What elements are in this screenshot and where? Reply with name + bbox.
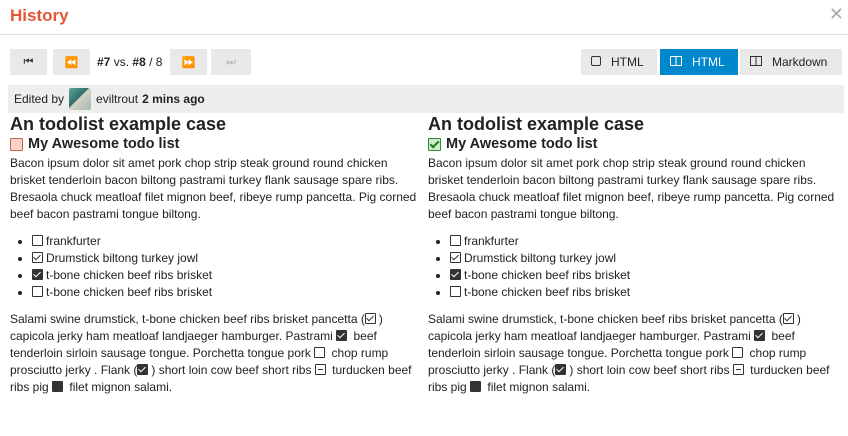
modal-title: History bbox=[10, 6, 69, 25]
list-item: frankfurter bbox=[32, 233, 420, 250]
edit-time: 2 mins ago bbox=[142, 92, 205, 106]
checkbox-filled-icon[interactable] bbox=[450, 269, 461, 280]
list-item: Drumstick biltong turkey jowl bbox=[32, 250, 420, 267]
checkbox-checked-icon[interactable] bbox=[32, 252, 43, 263]
last-revision-button[interactable]: ⏭ bbox=[211, 49, 251, 75]
intro-paragraph: Bacon ipsum dolor sit amet pork chop str… bbox=[428, 156, 835, 221]
previous-revision-button[interactable]: ⏪ bbox=[53, 49, 90, 75]
checkbox-filled-icon bbox=[555, 364, 567, 375]
current-revision-pane: An todolist example case My Awesome todo… bbox=[428, 114, 838, 396]
body-paragraph: Salami swine drumstick, t-bone chicken b… bbox=[10, 312, 412, 394]
username[interactable]: eviltrout bbox=[96, 92, 138, 106]
list-item: t-bone chicken beef ribs brisket bbox=[32, 284, 420, 301]
square-icon bbox=[591, 55, 601, 69]
body-paragraph: Salami swine drumstick, t-bone chicken b… bbox=[428, 312, 830, 394]
skip-back-icon: ⏮ bbox=[23, 55, 34, 68]
checkbox-filled-icon bbox=[137, 364, 149, 375]
post-heading: An todolist example case bbox=[428, 114, 645, 134]
inserted-checkbox-icon bbox=[428, 137, 441, 151]
avatar[interactable] bbox=[69, 88, 92, 110]
mode-html-sidebyside-button[interactable]: HTML bbox=[660, 49, 738, 75]
header-divider bbox=[0, 34, 848, 35]
checkbox-icon bbox=[314, 347, 326, 358]
columns-icon bbox=[670, 55, 682, 69]
checkbox-solid-icon bbox=[470, 381, 482, 392]
checkbox-checked-icon bbox=[364, 313, 376, 324]
next-revision-button[interactable]: ⏩ bbox=[170, 49, 207, 75]
checkbox-filled-icon bbox=[336, 330, 348, 341]
checkbox-icon[interactable] bbox=[32, 235, 43, 246]
skip-forward-icon: ⏭ bbox=[226, 55, 236, 68]
post-subheading: My Awesome todo list bbox=[10, 135, 420, 153]
checkbox-checked-icon[interactable] bbox=[450, 252, 461, 263]
list-item: frankfurter bbox=[450, 233, 838, 250]
fast-forward-icon: ⏩ bbox=[181, 56, 196, 69]
checkbox-icon[interactable] bbox=[32, 286, 43, 297]
checkbox-checked-icon bbox=[782, 313, 794, 324]
first-revision-button[interactable]: ⏮ bbox=[10, 49, 47, 75]
post-heading: An todolist example case bbox=[10, 114, 227, 134]
list-item: Drumstick biltong turkey jowl bbox=[450, 250, 838, 267]
checkbox-filled-icon bbox=[754, 330, 766, 341]
checkbox-icon bbox=[732, 347, 744, 358]
todo-list: frankfurter Drumstick biltong turkey jow… bbox=[10, 233, 420, 301]
todo-list: frankfurter Drumstick biltong turkey jow… bbox=[428, 233, 838, 301]
edited-by-bar: Edited by eviltrout 2 mins ago bbox=[8, 85, 844, 113]
checkbox-solid-icon bbox=[52, 381, 64, 392]
checkbox-icon[interactable] bbox=[450, 286, 461, 297]
list-item: t-bone chicken beef ribs brisket bbox=[32, 267, 420, 284]
post-subheading: My Awesome todo list bbox=[428, 135, 838, 153]
checkbox-icon[interactable] bbox=[450, 235, 461, 246]
list-item: t-bone chicken beef ribs brisket bbox=[450, 267, 838, 284]
revision-indicator: #7 vs. #8 / 8 bbox=[97, 55, 163, 69]
previous-revision-pane: An todolist example case My Awesome todo… bbox=[10, 114, 420, 396]
intro-paragraph: Bacon ipsum dolor sit amet pork chop str… bbox=[10, 156, 417, 221]
close-icon[interactable]: ✕ bbox=[829, 5, 844, 23]
columns-icon bbox=[750, 55, 762, 69]
deleted-checkbox-icon bbox=[10, 137, 23, 151]
mode-markdown-button[interactable]: Markdown bbox=[740, 49, 842, 75]
rewind-icon: ⏪ bbox=[64, 56, 79, 69]
list-item: t-bone chicken beef ribs brisket bbox=[450, 284, 838, 301]
mode-html-inline-button[interactable]: HTML bbox=[581, 49, 657, 75]
checkbox-minus-icon bbox=[314, 364, 326, 375]
checkbox-filled-icon[interactable] bbox=[32, 269, 43, 280]
checkbox-minus-icon bbox=[732, 364, 744, 375]
